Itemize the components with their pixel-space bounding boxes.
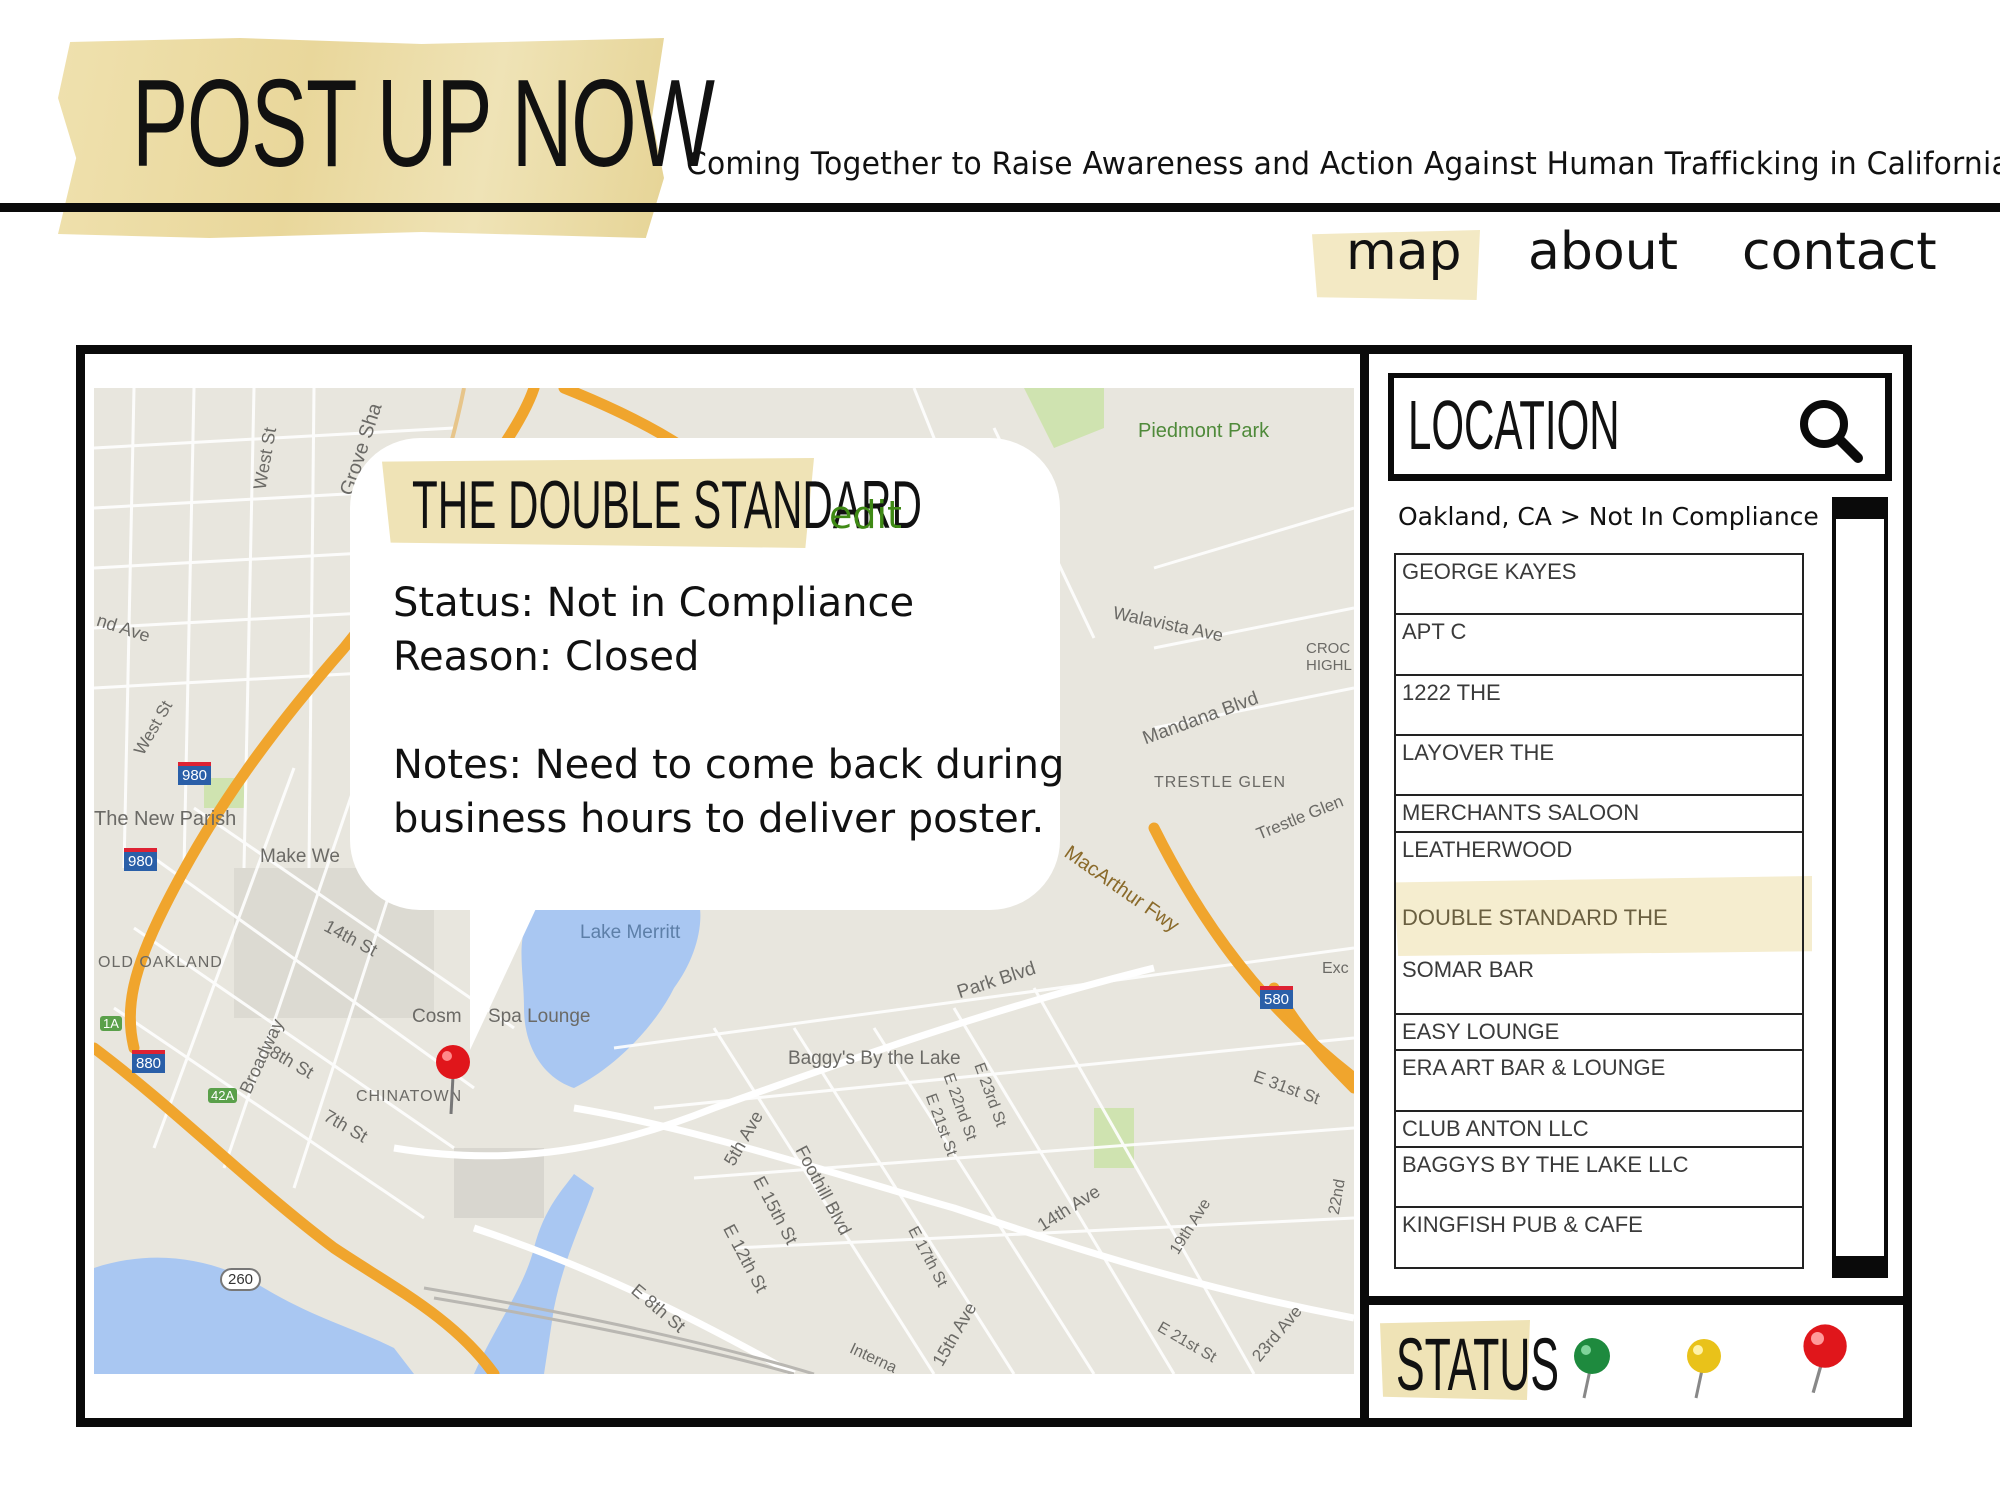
map-label: OLD OAKLAND <box>98 954 223 971</box>
sidebar-divider <box>1369 1296 1912 1305</box>
map-label: CROC HIGHL <box>1306 640 1352 674</box>
highway-shield: 260 <box>220 1268 262 1291</box>
map-label: Cosm <box>412 1006 462 1027</box>
search-icon[interactable] <box>1796 396 1864 464</box>
list-item[interactable]: CLUB ANTON LLC <box>1396 1112 1802 1148</box>
list-item[interactable]: APT C <box>1396 615 1802 676</box>
site-logo[interactable]: POST UP NOW <box>132 62 715 186</box>
scroll-down-arrow[interactable] <box>1832 1256 1888 1278</box>
popup-status: Status: Not in Compliance <box>393 580 915 626</box>
highway-shield: 980 <box>124 848 158 871</box>
list-item[interactable]: GEORGE KAYES <box>1396 555 1802 615</box>
green-pin-icon[interactable] <box>1568 1336 1616 1400</box>
popup-notes: Notes: Need to come back during <box>393 742 1065 788</box>
popup-tail <box>470 900 540 1050</box>
nav-contact[interactable]: contact <box>1742 222 1937 282</box>
list-item[interactable]: 1222 THE <box>1396 676 1802 736</box>
map-label: TRESTLE GLEN <box>1154 774 1287 791</box>
main-nav: map about contact <box>0 222 2000 302</box>
map-label: Lake Merritt <box>580 922 681 943</box>
list-item-selected[interactable]: DOUBLE STANDARD THE <box>1396 893 1802 953</box>
highway-shield: 980 <box>178 762 212 785</box>
location-list: GEORGE KAYES APT C 1222 THE LAYOVER THE … <box>1394 553 1804 1269</box>
breadcrumb: Oakland, CA > Not In Compliance <box>1398 502 1819 531</box>
yellow-pin-icon[interactable] <box>1680 1336 1728 1400</box>
list-item[interactable]: KINGFISH PUB & CAFE <box>1396 1208 1802 1269</box>
map-label: Exc <box>1322 960 1349 977</box>
highway-shield: 1A <box>100 1016 122 1031</box>
list-item[interactable]: MERCHANTS SALOON <box>1396 796 1802 833</box>
list-scrollbar[interactable] <box>1832 497 1888 1277</box>
map-label: Piedmont Park <box>1138 420 1270 442</box>
list-item[interactable]: LAYOVER THE <box>1396 736 1802 796</box>
map-label: The New Parish <box>94 808 237 830</box>
popup-reason: Reason: Closed <box>393 634 700 680</box>
highway-shield: 880 <box>132 1050 166 1073</box>
list-item[interactable]: EASY LOUNGE <box>1396 1015 1802 1051</box>
site-tagline: Coming Together to Raise Awareness and A… <box>686 146 2000 182</box>
list-item[interactable]: SOMAR BAR <box>1396 953 1802 1015</box>
frame-divider-vertical <box>1360 345 1369 1427</box>
map-label: Baggy's By the Lake <box>788 1048 961 1069</box>
nav-map[interactable]: map <box>1346 222 1462 282</box>
map-label: Make We <box>260 846 340 867</box>
highway-shield: 42A <box>208 1088 238 1103</box>
nav-about[interactable]: about <box>1528 222 1678 282</box>
highway-shield: 580 <box>1260 986 1294 1009</box>
red-pin-icon[interactable] <box>1798 1322 1850 1394</box>
list-item[interactable]: ERA ART BAR & LOUNGE <box>1396 1051 1802 1112</box>
map-pin-icon[interactable] <box>434 1044 472 1114</box>
scroll-up-arrow[interactable] <box>1832 497 1888 519</box>
list-item[interactable]: BAGGYS BY THE LAKE LLC <box>1396 1148 1802 1208</box>
header-divider <box>0 203 2000 212</box>
list-item[interactable]: LEATHERWOOD <box>1396 833 1802 893</box>
status-label: STATUS <box>1396 1323 1559 1406</box>
popup-edit-link[interactable]: edit <box>829 493 902 537</box>
popup-title: THE DOUBLE STANDARD <box>412 467 922 543</box>
popup-notes-cont: business hours to deliver poster. <box>393 796 1045 842</box>
location-search-label: LOCATION <box>1408 386 1620 464</box>
